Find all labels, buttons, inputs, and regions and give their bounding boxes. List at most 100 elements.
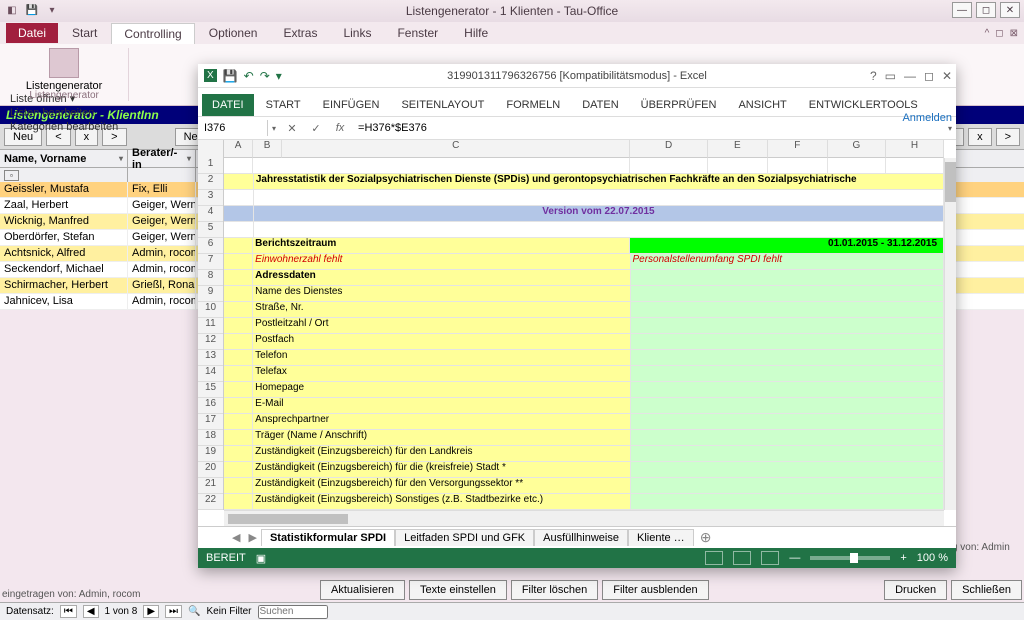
window-close-icon[interactable]: ⊠: [1010, 28, 1018, 39]
zoom-level[interactable]: 100 %: [917, 552, 948, 564]
close-button[interactable]: ✕: [1000, 2, 1020, 18]
filter-box-icon[interactable]: ▫: [4, 170, 19, 181]
excel-tab-ueberpruefen[interactable]: ÜBERPRÜFEN: [631, 94, 727, 116]
macro-icon[interactable]: ▣: [256, 552, 266, 565]
tab-extras[interactable]: Extras: [271, 23, 329, 43]
tab-hilfe[interactable]: Hilfe: [452, 23, 500, 43]
tab-links[interactable]: Links: [331, 23, 383, 43]
excel-ribbon-tabs: DATEI START EINFÜGEN SEITENLAYOUT FORMEL…: [198, 88, 956, 116]
aktualisieren-button[interactable]: Aktualisieren: [320, 580, 405, 600]
excel-tab-daten[interactable]: DATEN: [572, 94, 628, 116]
sheet-nav-prev-icon[interactable]: ◀: [228, 531, 244, 544]
excel-formula-bar: I376 ▾ ✕ ✓ fx =H376*$E376 ▾: [198, 116, 956, 140]
status-left: eingetragen von: Admin, rocom: [2, 589, 140, 600]
tab-start[interactable]: Start: [60, 23, 109, 43]
page-break-view-button[interactable]: [761, 551, 779, 565]
record-label: Datensatz:: [6, 606, 54, 617]
record-navigator: Datensatz: ⏮ ◀ 1 von 8 ▶ ⏭ 🔍 Kein Filter: [0, 602, 1024, 620]
record-next-button[interactable]: ▶: [143, 605, 159, 618]
excel-redo-icon[interactable]: ↷: [260, 69, 270, 83]
add-sheet-button[interactable]: ⊕: [694, 529, 718, 546]
record-search-input[interactable]: [258, 605, 328, 619]
kategorien-bearbeiten-button[interactable]: Kategorien bearbeiten: [10, 121, 118, 133]
normal-view-button[interactable]: [705, 551, 723, 565]
excel-tab-ansicht[interactable]: ANSICHT: [728, 94, 796, 116]
ribbon-collapse-icon[interactable]: ^: [985, 28, 990, 39]
nav-x-right[interactable]: x: [968, 128, 992, 146]
zoom-out-button[interactable]: —: [789, 552, 800, 564]
name-box[interactable]: I376: [198, 120, 268, 136]
tab-fenster[interactable]: Fenster: [385, 23, 450, 43]
excel-help-icon[interactable]: ?: [870, 69, 877, 83]
excel-maximize-button[interactable]: ◻: [924, 69, 934, 83]
col-name[interactable]: Name, Vorname▾: [0, 150, 128, 167]
excel-ribbon-options-icon[interactable]: ▭: [885, 69, 896, 83]
record-first-button[interactable]: ⏮: [60, 605, 77, 618]
excel-status-text: BEREIT: [206, 552, 246, 564]
excel-tab-seitenlayout[interactable]: SEITENLAYOUT: [391, 94, 494, 116]
main-title-text: Listengenerator - 1 Klienten - Tau-Offic…: [406, 4, 618, 18]
excel-tab-start[interactable]: START: [256, 94, 311, 116]
filter-loeschen-button[interactable]: Filter löschen: [511, 580, 598, 600]
chevron-down-icon[interactable]: ▾: [119, 154, 123, 163]
excel-statusbar: BEREIT ▣ — + 100 %: [198, 548, 956, 568]
drucken-button[interactable]: Drucken: [884, 580, 947, 600]
excel-minimize-button[interactable]: —: [904, 69, 916, 83]
excel-login-link[interactable]: Anmelden: [902, 112, 952, 124]
listengenerator-button[interactable]: Listengenerator: [26, 48, 102, 92]
main-menu: Datei Start Controlling Optionen Extras …: [0, 22, 1024, 44]
sheet-tab-0[interactable]: Statistikformular SPDI: [261, 529, 395, 546]
tab-controlling[interactable]: Controlling: [111, 23, 194, 44]
excel-undo-icon[interactable]: ↶: [244, 69, 254, 83]
chevron-down-icon[interactable]: ▾: [187, 154, 191, 163]
col-headers[interactable]: ABCDEFGH: [224, 140, 944, 158]
vertical-scrollbar[interactable]: [944, 158, 956, 510]
sheet-tab-3[interactable]: Kliente …: [628, 529, 694, 546]
excel-title: 319901311796326756 [Kompatibilitätsmodus…: [198, 70, 956, 82]
horizontal-scrollbar[interactable]: [224, 510, 944, 526]
excel-icon: X: [204, 69, 217, 82]
excel-close-button[interactable]: ✕: [942, 69, 952, 83]
qat-save-icon[interactable]: 💾: [24, 2, 40, 18]
excel-file-tab[interactable]: DATEI: [202, 94, 254, 116]
formula-expand-icon[interactable]: ▾: [944, 124, 956, 133]
sheet-nav-next-icon[interactable]: ▶: [244, 531, 260, 544]
record-prev-button[interactable]: ◀: [83, 605, 99, 618]
filter-ausblenden-button[interactable]: Filter ausblenden: [602, 580, 708, 600]
texte-einstellen-button[interactable]: Texte einstellen: [409, 580, 507, 600]
page-layout-view-button[interactable]: [733, 551, 751, 565]
excel-touch-icon[interactable]: ▾: [276, 69, 282, 83]
row-headers[interactable]: 1234567891011121314151617181920212223242…: [198, 140, 224, 510]
zoom-in-button[interactable]: +: [900, 552, 906, 564]
main-titlebar: ◧ 💾 ▾ Listengenerator - 1 Klienten - Tau…: [0, 0, 1024, 22]
cancel-formula-icon[interactable]: ✕: [280, 122, 304, 135]
nav-next-right[interactable]: >: [996, 128, 1020, 146]
app-icon: ◧: [4, 2, 20, 18]
tab-optionen[interactable]: Optionen: [197, 23, 270, 43]
qat-dropdown-icon[interactable]: ▾: [44, 2, 60, 18]
window-restore-icon[interactable]: ◻: [995, 28, 1003, 39]
sheet-tab-2[interactable]: Ausfüllhinweise: [534, 529, 628, 546]
file-tab[interactable]: Datei: [6, 23, 58, 43]
fx-icon[interactable]: fx: [328, 122, 352, 134]
ribbon-group-label: Listengenerator: [29, 90, 99, 101]
excel-tab-formeln[interactable]: FORMELN: [496, 94, 570, 116]
formula-input[interactable]: =H376*$E376: [352, 120, 944, 136]
record-position: 1 von 8: [105, 606, 138, 617]
schliessen-button[interactable]: Schließen: [951, 580, 1022, 600]
excel-save-icon[interactable]: 💾: [223, 69, 238, 83]
col-berater[interactable]: Berater/-in▾: [128, 150, 196, 167]
excel-tab-einfuegen[interactable]: EINFÜGEN: [313, 94, 390, 116]
record-filter: Kein Filter: [206, 606, 251, 617]
sheet-cells[interactable]: Jahresstatistik der Sozialpsychiatrische…: [224, 158, 944, 510]
bottom-buttons: Aktualisieren Texte einstellen Filter lö…: [320, 580, 709, 600]
record-last-button[interactable]: ⏭: [165, 605, 182, 618]
minimize-button[interactable]: —: [952, 2, 972, 18]
namebox-dropdown-icon[interactable]: ▾: [268, 124, 280, 133]
maximize-button[interactable]: ◻: [976, 2, 996, 18]
filter-icon: 🔍: [188, 606, 200, 617]
enter-formula-icon[interactable]: ✓: [304, 122, 328, 135]
sheet-tab-1[interactable]: Leitfaden SPDI und GFK: [395, 529, 534, 546]
zoom-slider[interactable]: [810, 556, 890, 560]
listen-bearbeiten-button[interactable]: Listen bearbeiten: [10, 107, 118, 119]
